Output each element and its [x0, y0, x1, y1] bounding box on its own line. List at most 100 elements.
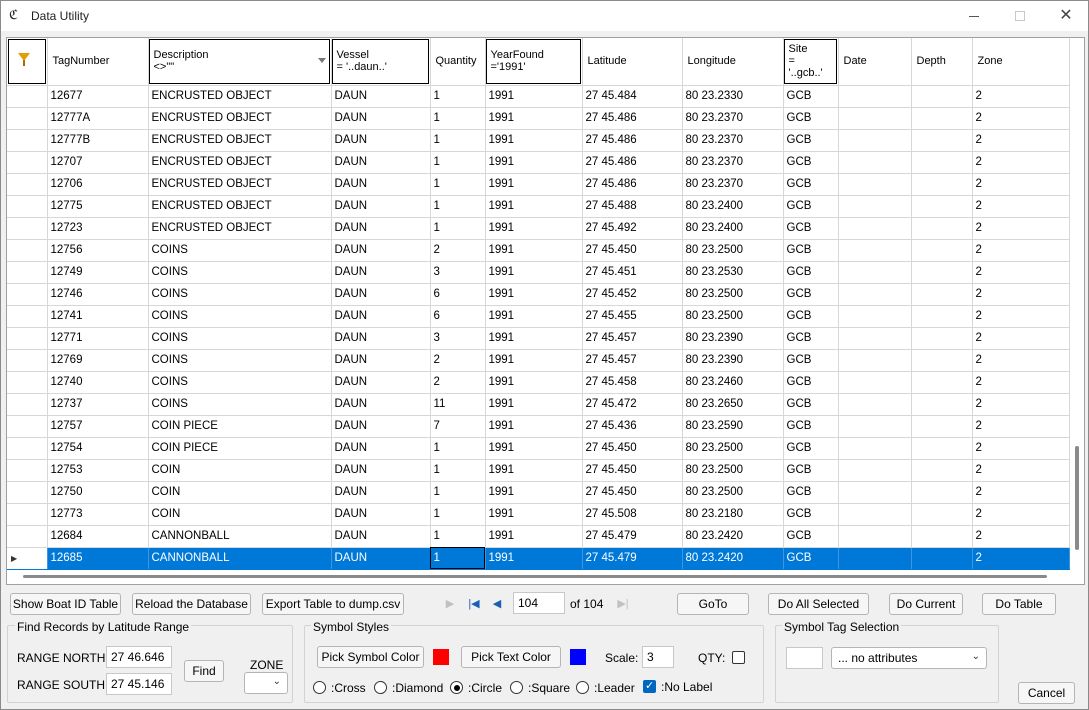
table-cell[interactable]: ENCRUSTED OBJECT — [148, 195, 332, 218]
table-cell[interactable]: 80 23.2370 — [682, 151, 784, 174]
row-header[interactable] — [7, 129, 48, 152]
table-cell[interactable]: 80 23.2370 — [682, 129, 784, 152]
table-cell[interactable]: 2 — [972, 129, 1070, 152]
table-cell[interactable]: 27 45.457 — [582, 327, 683, 350]
table-cell[interactable]: 80 23.2180 — [682, 503, 784, 526]
table-cell[interactable]: 27 45.484 — [582, 85, 683, 108]
tag-input[interactable] — [786, 647, 823, 669]
table-cell[interactable]: 1 — [430, 547, 486, 570]
table-cell[interactable]: 12771 — [47, 327, 149, 350]
table-cell[interactable]: 2 — [972, 481, 1070, 504]
table-cell[interactable]: 1 — [430, 217, 486, 240]
table-row[interactable]: 12773 COIN DAUN 1 1991 27 45.508 80 23.2180 GCB… — [7, 503, 1070, 526]
prev-arrow-icon[interactable]: ▶ — [441, 594, 459, 612]
table-cell[interactable]: 1 — [430, 151, 486, 174]
table-cell[interactable]: 6 — [430, 283, 486, 306]
table-cell[interactable]: 27 45.508 — [582, 503, 683, 526]
table-row[interactable]: 12754 COIN PIECE DAUN 1 1991 27 45.450 80 23.2… — [7, 437, 1070, 460]
table-cell[interactable]: 1 — [430, 525, 486, 548]
row-header[interactable] — [7, 151, 48, 174]
table-cell[interactable]: 7 — [430, 415, 486, 438]
column-header-description[interactable]: Description <>"" — [148, 38, 332, 86]
table-cell[interactable]: 27 45.486 — [582, 151, 683, 174]
table-cell[interactable]: ENCRUSTED OBJECT — [148, 85, 332, 108]
table-cell[interactable] — [911, 525, 973, 548]
table-cell[interactable]: DAUN — [331, 503, 431, 526]
table-cell[interactable]: 1991 — [485, 261, 583, 284]
table-cell[interactable]: 27 45.479 — [582, 547, 683, 570]
find-button[interactable]: Find — [184, 660, 224, 682]
table-cell[interactable]: 12741 — [47, 305, 149, 328]
diamond-radio[interactable] — [374, 681, 387, 694]
export-table-button[interactable]: Export Table to dump.csv — [262, 593, 404, 615]
zone-select[interactable]: ⌄ — [244, 672, 288, 694]
table-cell[interactable] — [838, 349, 912, 372]
table-cell[interactable]: ENCRUSTED OBJECT — [148, 217, 332, 240]
table-cell[interactable]: 1991 — [485, 151, 583, 174]
table-cell[interactable]: ENCRUSTED OBJECT — [148, 107, 332, 130]
table-row[interactable]: 12753 COIN DAUN 1 1991 27 45.450 80 23.2500 GCB… — [7, 459, 1070, 482]
cancel-button[interactable]: Cancel — [1018, 682, 1075, 704]
table-cell[interactable] — [838, 85, 912, 108]
table-cell[interactable]: DAUN — [331, 283, 431, 306]
table-cell[interactable] — [911, 349, 973, 372]
table-cell[interactable] — [911, 85, 973, 108]
column-header-vessel[interactable]: Vessel = '..daun..' — [331, 38, 431, 86]
table-cell[interactable]: 1991 — [485, 349, 583, 372]
table-cell[interactable]: 2 — [972, 195, 1070, 218]
table-cell[interactable] — [911, 393, 973, 416]
table-cell[interactable]: 11 — [430, 393, 486, 416]
table-cell[interactable]: CANNONBALL — [148, 525, 332, 548]
table-cell[interactable]: GCB — [783, 481, 839, 504]
table-cell[interactable] — [838, 393, 912, 416]
maximize-button[interactable] — [997, 1, 1043, 31]
table-cell[interactable] — [911, 547, 973, 570]
table-cell[interactable]: GCB — [783, 261, 839, 284]
reload-database-button[interactable]: Reload the Database — [132, 593, 251, 615]
table-cell[interactable]: ENCRUSTED OBJECT — [148, 173, 332, 196]
table-cell[interactable]: 1991 — [485, 173, 583, 196]
row-header[interactable] — [7, 525, 48, 548]
table-cell[interactable] — [838, 525, 912, 548]
table-cell[interactable]: 12775 — [47, 195, 149, 218]
row-header[interactable] — [7, 371, 48, 394]
column-header-longitude[interactable]: Longitude — [682, 38, 784, 86]
row-header[interactable] — [7, 393, 48, 416]
table-row[interactable]: 12777B ENCRUSTED OBJECT DAUN 1 1991 27 45.486… — [7, 129, 1070, 152]
table-cell[interactable]: 80 23.2650 — [682, 393, 784, 416]
table-cell[interactable] — [911, 283, 973, 306]
table-cell[interactable]: 12773 — [47, 503, 149, 526]
row-header[interactable] — [7, 437, 48, 460]
previous-page-icon[interactable]: ◀ — [488, 594, 506, 612]
table-cell[interactable]: 27 45.450 — [582, 437, 683, 460]
table-cell[interactable]: 12749 — [47, 261, 149, 284]
table-cell[interactable]: 2 — [972, 327, 1070, 350]
table-cell[interactable] — [838, 415, 912, 438]
table-cell[interactable] — [838, 305, 912, 328]
vertical-scroll-thumb[interactable] — [1075, 446, 1079, 550]
table-cell[interactable]: 3 — [430, 327, 486, 350]
table-cell[interactable]: 80 23.2500 — [682, 437, 784, 460]
table-cell[interactable]: DAUN — [331, 261, 431, 284]
column-header-site[interactable]: Site = '..gcb..' — [783, 38, 839, 86]
table-cell[interactable]: 1 — [430, 129, 486, 152]
table-cell[interactable]: 80 23.2370 — [682, 173, 784, 196]
table-cell[interactable]: DAUN — [331, 173, 431, 196]
table-row[interactable]: 12757 COIN PIECE DAUN 7 1991 27 45.436 80 23.2… — [7, 415, 1070, 438]
table-cell[interactable] — [911, 327, 973, 350]
table-cell[interactable]: DAUN — [331, 107, 431, 130]
table-cell[interactable] — [911, 239, 973, 262]
table-cell[interactable]: 1991 — [485, 195, 583, 218]
table-row[interactable]: 12750 COIN DAUN 1 1991 27 45.450 80 23.2500 GCB… — [7, 481, 1070, 504]
table-cell[interactable]: 1 — [430, 437, 486, 460]
table-cell[interactable]: 12685 — [47, 547, 149, 570]
do-all-selected-button[interactable]: Do All Selected — [768, 593, 869, 615]
table-cell[interactable]: COINS — [148, 261, 332, 284]
table-row[interactable]: 12706 ENCRUSTED OBJECT DAUN 1 1991 27 45.486 8… — [7, 173, 1070, 196]
table-cell[interactable]: 80 23.2500 — [682, 283, 784, 306]
table-cell[interactable]: 12677 — [47, 85, 149, 108]
table-cell[interactable]: 2 — [972, 371, 1070, 394]
table-cell[interactable]: 2 — [430, 239, 486, 262]
table-cell[interactable] — [838, 217, 912, 240]
row-header[interactable]: ▶ — [7, 547, 48, 570]
